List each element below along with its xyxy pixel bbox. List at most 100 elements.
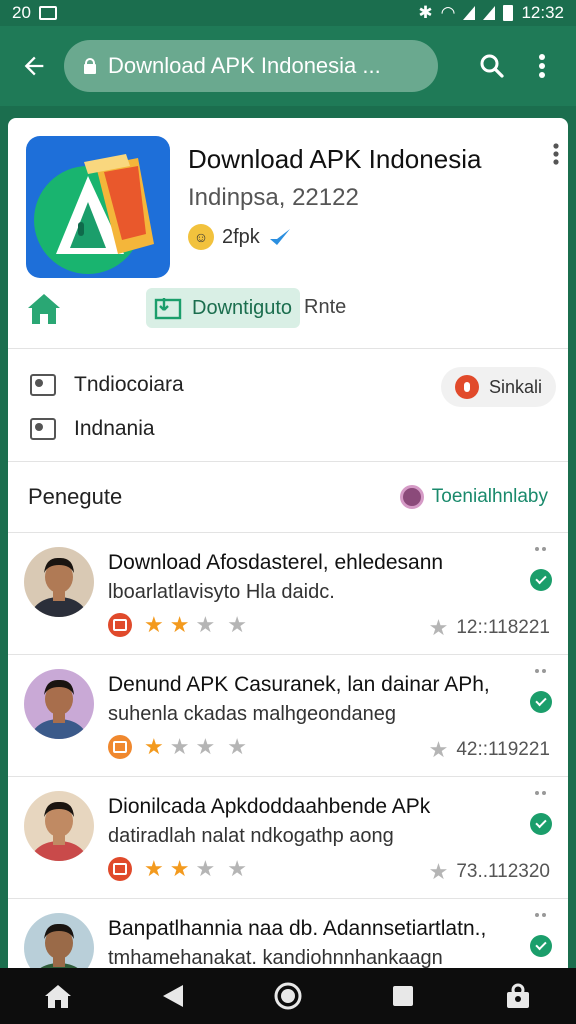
check-circle-icon — [530, 691, 552, 713]
review-title: Dionilcada Apkdoddaahbende APk — [108, 795, 431, 818]
signal-icon-2 — [483, 6, 496, 20]
home-icon — [44, 985, 71, 1008]
star-icon: ★ — [428, 859, 449, 884]
review-meta: ★ ★ ★ ★ — [108, 613, 247, 637]
battery-icon — [503, 5, 514, 21]
app-subtitle: Indinpsa, 22122 — [188, 184, 359, 211]
verified-icon — [269, 229, 290, 245]
more-vert-icon — [539, 54, 545, 78]
star-icon: ★ — [227, 856, 247, 881]
star-icon: ★ — [428, 615, 449, 640]
reviews-section-link[interactable]: Toenialhnlaby — [399, 485, 548, 509]
image-icon — [30, 374, 56, 396]
download-label: Downtiguto — [192, 296, 293, 319]
status-notification-text: 20 — [12, 3, 31, 22]
reviewer-badge-icon — [108, 735, 132, 759]
review-item[interactable]: Dionilcada Apkdoddaahbende APk datiradla… — [8, 776, 568, 898]
rate-tab[interactable]: Rnte — [304, 296, 346, 319]
nav-recents-button[interactable] — [381, 974, 425, 1018]
reviews-section-title: Penegute — [28, 484, 123, 509]
star-icon: ★ — [169, 856, 190, 881]
star-icon: ★ — [195, 856, 216, 881]
system-nav-bar — [0, 968, 576, 1024]
lock-person-icon — [507, 983, 530, 1008]
location-pin-icon — [454, 375, 479, 399]
reviewer-badge-icon — [108, 857, 132, 881]
check-circle-icon — [530, 935, 552, 957]
app-more-button[interactable] — [552, 142, 560, 171]
review-date-text: 73..112320 — [456, 861, 550, 882]
circle-home-icon — [274, 982, 302, 1010]
review-more-icon[interactable] — [535, 791, 546, 795]
review-title: Denund APK Casuranek, lan dainar APh, — [108, 673, 490, 696]
image-icon — [38, 6, 57, 20]
profile-icon — [399, 485, 424, 509]
emoji-face-icon: ☺ — [188, 224, 214, 250]
star-icon: ★ — [227, 734, 247, 759]
nav-home-button[interactable] — [36, 974, 80, 1018]
nav-back-button[interactable] — [151, 974, 195, 1018]
more-vert-icon — [553, 143, 559, 165]
overflow-menu-button[interactable] — [520, 44, 564, 88]
url-bar[interactable]: Download APK Indonesia ... — [64, 40, 438, 92]
status-bar: 20 ✱ ◠ 12:32 — [0, 0, 576, 26]
url-text: Download APK Indonesia ... — [108, 53, 381, 78]
review-item[interactable]: Download Afosdasterel, ehledesann lboarl… — [8, 532, 568, 654]
nav-overview-button[interactable] — [266, 974, 310, 1018]
avatar[interactable] — [24, 791, 94, 861]
review-text: datiradlah nalat ndkogathp aong — [108, 825, 394, 847]
star-icon: ★ — [428, 737, 449, 762]
review-more-icon[interactable] — [535, 547, 546, 551]
review-more-icon[interactable] — [535, 669, 546, 673]
download-icon — [154, 298, 182, 320]
star-icon: ★ — [144, 612, 164, 637]
reviewer-badge-icon — [108, 613, 132, 637]
star-icon: ★ — [144, 856, 164, 881]
info-row-1-text: Tndiocoiara — [74, 373, 184, 396]
review-text: suhenla ckadas malhgeondaneg — [108, 703, 396, 725]
gallery-icon — [30, 418, 56, 440]
review-title: Banpatlhannia naa db. Adannsetiartlatn., — [108, 917, 487, 940]
avatar[interactable] — [24, 547, 94, 617]
search-button[interactable] — [470, 44, 514, 88]
bluetooth-icon: ✱ — [418, 3, 433, 22]
review-text: tmhamehanakat. kandiohnnhankaagn — [108, 947, 443, 969]
search-icon — [480, 54, 504, 78]
review-meta: ★ ★ ★ ★ — [108, 857, 247, 881]
review-date: ★ 12::118221 — [429, 617, 550, 639]
reviews-link-label: Toenialhnlaby — [431, 486, 548, 507]
avatar[interactable] — [24, 669, 94, 739]
star-icon: ★ — [195, 734, 216, 759]
review-date: ★ 73..112320 — [429, 861, 550, 883]
reviews-section-header: Penegute Toenialhnlaby — [8, 462, 568, 532]
review-item[interactable]: Denund APK Casuranek, lan dainar APh, su… — [8, 654, 568, 776]
star-icon: ★ — [227, 612, 247, 637]
review-more-icon[interactable] — [535, 913, 546, 917]
app-bar: Download APK Indonesia ... — [0, 26, 576, 106]
star-icon: ★ — [169, 612, 190, 637]
wifi-icon: ◠ — [440, 3, 456, 22]
app-meta-text: 2fpk — [222, 225, 260, 248]
star-icon: ★ — [144, 734, 164, 759]
check-circle-icon — [530, 813, 552, 835]
check-circle-icon — [530, 569, 552, 591]
review-date-text: 12::118221 — [456, 617, 550, 638]
review-item[interactable]: Banpatlhannia naa db. Adannsetiartlatn.,… — [8, 898, 568, 978]
home-tab[interactable] — [24, 290, 64, 330]
square-icon — [393, 986, 414, 1006]
info-chip[interactable]: Sinkali — [440, 367, 556, 407]
info-row-2: Indnania — [30, 407, 546, 451]
home-icon — [28, 294, 60, 324]
download-button[interactable]: Downtiguto — [146, 288, 301, 328]
nav-account-button[interactable] — [496, 974, 540, 1018]
app-meta: ☺ 2fpk — [188, 224, 292, 250]
review-meta: ★ ★ ★ ★ — [108, 735, 247, 759]
status-time: 12:32 — [521, 3, 564, 22]
star-icon: ★ — [169, 734, 190, 759]
app-detail-card: Download APK Indonesia Indinpsa, 22122 ☺… — [8, 118, 568, 978]
info-section: Tndiocoiara Indnania Sinkali — [8, 349, 568, 461]
lock-icon — [84, 58, 96, 74]
app-title: Download APK Indonesia — [188, 144, 482, 174]
signal-icon — [463, 6, 476, 20]
back-button[interactable] — [12, 44, 56, 88]
